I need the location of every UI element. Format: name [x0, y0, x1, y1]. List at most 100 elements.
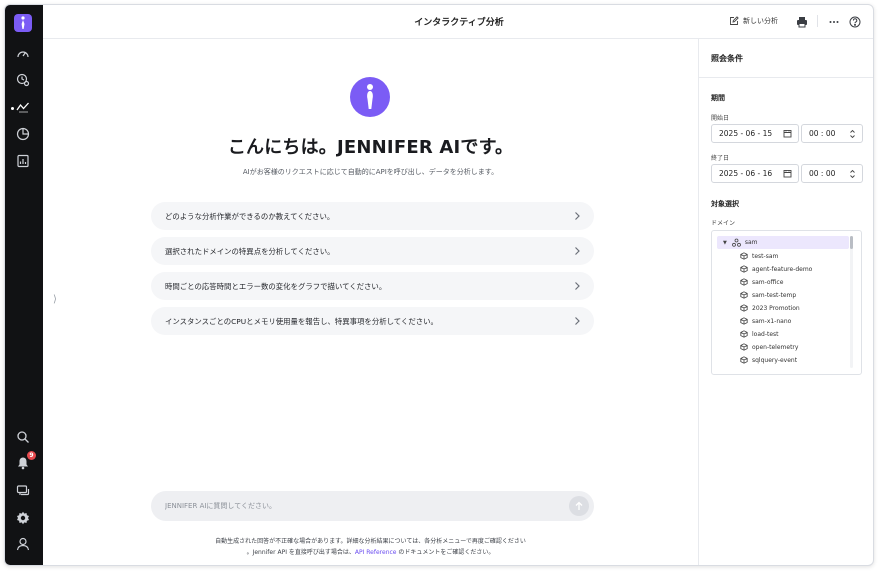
group-icon — [731, 238, 741, 247]
tree-root-item[interactable]: ▼ sam — [717, 236, 849, 249]
end-date-label: 終了日 — [711, 155, 730, 162]
cube-icon — [740, 265, 748, 273]
app-window: 9 インタラクティブ分析 新しい分析 ⟩ こんにちは。JENNIFER AIです… — [4, 4, 874, 566]
send-button[interactable] — [569, 496, 589, 516]
suggestion-item[interactable]: 選択されたドメインの特異点を分析してください。 — [151, 237, 594, 265]
tree-item-label: load-test — [752, 330, 779, 338]
start-date-label: 開始日 — [711, 115, 730, 122]
end-date-value: 2025 - 06 - 16 — [719, 169, 773, 178]
chevron-right-icon — [575, 317, 580, 325]
tree-item-label: open-telemetry — [752, 343, 799, 351]
chat-input-box — [151, 491, 594, 521]
tree-scrollbar-track[interactable] — [850, 236, 853, 368]
active-indicator — [11, 107, 14, 110]
stepper-icon — [850, 169, 855, 179]
print-icon[interactable] — [795, 14, 809, 28]
main-area: ⟩ こんにちは。JENNIFER AIです。 AIがお客様のリクエストに応じて自… — [43, 39, 698, 565]
api-reference-link[interactable]: API Reference — [355, 549, 397, 556]
domain-tree: ▼ sam test-sam agent-feature-demo sam-of… — [711, 230, 862, 375]
tree-item-label: sam-office — [752, 278, 784, 286]
cube-icon — [740, 291, 748, 299]
panel-divider — [699, 77, 873, 78]
chevron-right-icon — [575, 212, 580, 220]
suggestion-text: 時間ごとの応答時間とエラー数の変化をグラフで描いてください。 — [165, 281, 387, 291]
jennifer-ai-avatar — [350, 77, 390, 117]
tree-item[interactable]: test-sam — [740, 250, 778, 262]
report-icon[interactable] — [16, 154, 30, 168]
tree-item[interactable]: sam-office — [740, 276, 783, 288]
tree-item[interactable]: open-telemetry — [740, 341, 798, 353]
suggestion-text: インスタンスごとのCPUとメモリ使用量を報告し、特異事項を分析してください。 — [165, 316, 438, 326]
start-date-field[interactable]: 2025 - 06 - 15 — [711, 124, 799, 143]
cube-icon — [740, 343, 748, 351]
disclaimer-suffix: のドキュメントをご確認ください。 — [396, 549, 495, 556]
end-time-value: 00 : 00 — [809, 169, 836, 178]
statistics-icon[interactable] — [16, 127, 30, 141]
greeting-title: こんにちは。JENNIFER AIです。 — [227, 137, 514, 158]
tree-item-label: test-sam — [752, 252, 779, 260]
disclaimer-line-1: 自動生成された回答が不正確な場合があります。詳細な分析結果については、各分析メニ… — [215, 538, 526, 545]
tree-item-label: 2023 Promotion — [752, 304, 800, 312]
arrow-up-icon — [575, 501, 583, 510]
tree-item[interactable]: sam-x1-nano — [740, 315, 791, 327]
tree-item[interactable]: agent-feature-demo — [740, 263, 812, 275]
cube-icon — [740, 330, 748, 338]
chat-icon[interactable] — [16, 484, 30, 498]
tree-item-label: agent-feature-demo — [752, 265, 813, 273]
cube-icon — [740, 252, 748, 260]
new-analysis-button[interactable]: 新しい分析 — [729, 14, 778, 28]
left-rail: 9 — [5, 5, 43, 565]
logo-icon[interactable] — [14, 14, 32, 32]
notification-badge: 9 — [27, 451, 36, 460]
end-date-field[interactable]: 2025 - 06 - 16 — [711, 164, 799, 183]
suggestion-item[interactable]: インスタンスごとのCPUとメモリ使用量を報告し、特異事項を分析してください。 — [151, 307, 594, 335]
search-icon[interactable] — [16, 430, 30, 444]
expand-panel-icon[interactable]: ⟩ — [53, 294, 57, 305]
target-title: 対象選択 — [711, 200, 739, 208]
tree-scrollbar-thumb[interactable] — [850, 236, 853, 249]
disclaimer-prefix: 。Jennifer API を直接呼び出す場合は、 — [246, 549, 355, 556]
settings-icon[interactable] — [16, 511, 30, 525]
domain-label: ドメイン — [711, 220, 736, 227]
chat-input[interactable] — [165, 499, 545, 513]
more-icon[interactable] — [827, 14, 841, 28]
help-icon[interactable] — [848, 14, 862, 28]
tree-item[interactable]: sam-test-temp — [740, 289, 796, 301]
chevron-right-icon — [575, 247, 580, 255]
cube-icon — [740, 278, 748, 286]
tree-root-label: sam — [744, 239, 758, 246]
suggestion-item[interactable]: 時間ごとの応答時間とエラー数の変化をグラフで描いてください。 — [151, 272, 594, 300]
top-header: インタラクティブ分析 新しい分析 — [43, 5, 873, 39]
dashboard-icon[interactable] — [16, 47, 30, 61]
realtime-icon[interactable] — [16, 73, 30, 87]
tree-item-label: sam-test-temp — [752, 291, 797, 299]
start-time-field[interactable]: 00 : 00 — [801, 124, 863, 143]
analysis-icon[interactable] — [16, 100, 30, 114]
period-title: 期間 — [711, 94, 725, 102]
disclaimer-line-2: 。Jennifer API を直接呼び出す場合は、API Reference の… — [43, 547, 698, 556]
calendar-icon — [783, 170, 792, 178]
query-conditions-panel: 照会条件 期間 開始日 2025 - 06 - 15 00 : 00 終了日 2… — [698, 39, 873, 565]
chevron-right-icon — [575, 282, 580, 290]
calendar-icon — [783, 130, 792, 138]
end-time-field[interactable]: 00 : 00 — [801, 164, 863, 183]
stepper-icon — [850, 129, 855, 139]
cube-icon — [740, 304, 748, 312]
tree-item[interactable]: load-test — [740, 328, 779, 340]
cube-icon — [740, 317, 748, 325]
tree-item[interactable]: 2023 Promotion — [740, 302, 800, 314]
start-date-value: 2025 - 06 - 15 — [719, 129, 773, 138]
header-divider — [817, 15, 818, 27]
suggestion-text: どのような分析作業ができるのか教えてください。 — [165, 211, 335, 221]
cube-icon — [740, 356, 748, 364]
new-analysis-label: 新しい分析 — [743, 17, 778, 25]
panel-title: 照会条件 — [711, 54, 743, 63]
tree-item[interactable]: sqlquery-event — [740, 354, 797, 366]
user-icon[interactable] — [16, 537, 30, 551]
tree-item-label: sqlquery-event — [752, 356, 798, 364]
tree-item-label: sam-x1-nano — [752, 317, 792, 325]
start-time-value: 00 : 00 — [809, 129, 836, 138]
suggestion-item[interactable]: どのような分析作業ができるのか教えてください。 — [151, 202, 594, 230]
edit-icon — [730, 16, 739, 25]
caret-down-icon[interactable]: ▼ — [723, 240, 727, 246]
